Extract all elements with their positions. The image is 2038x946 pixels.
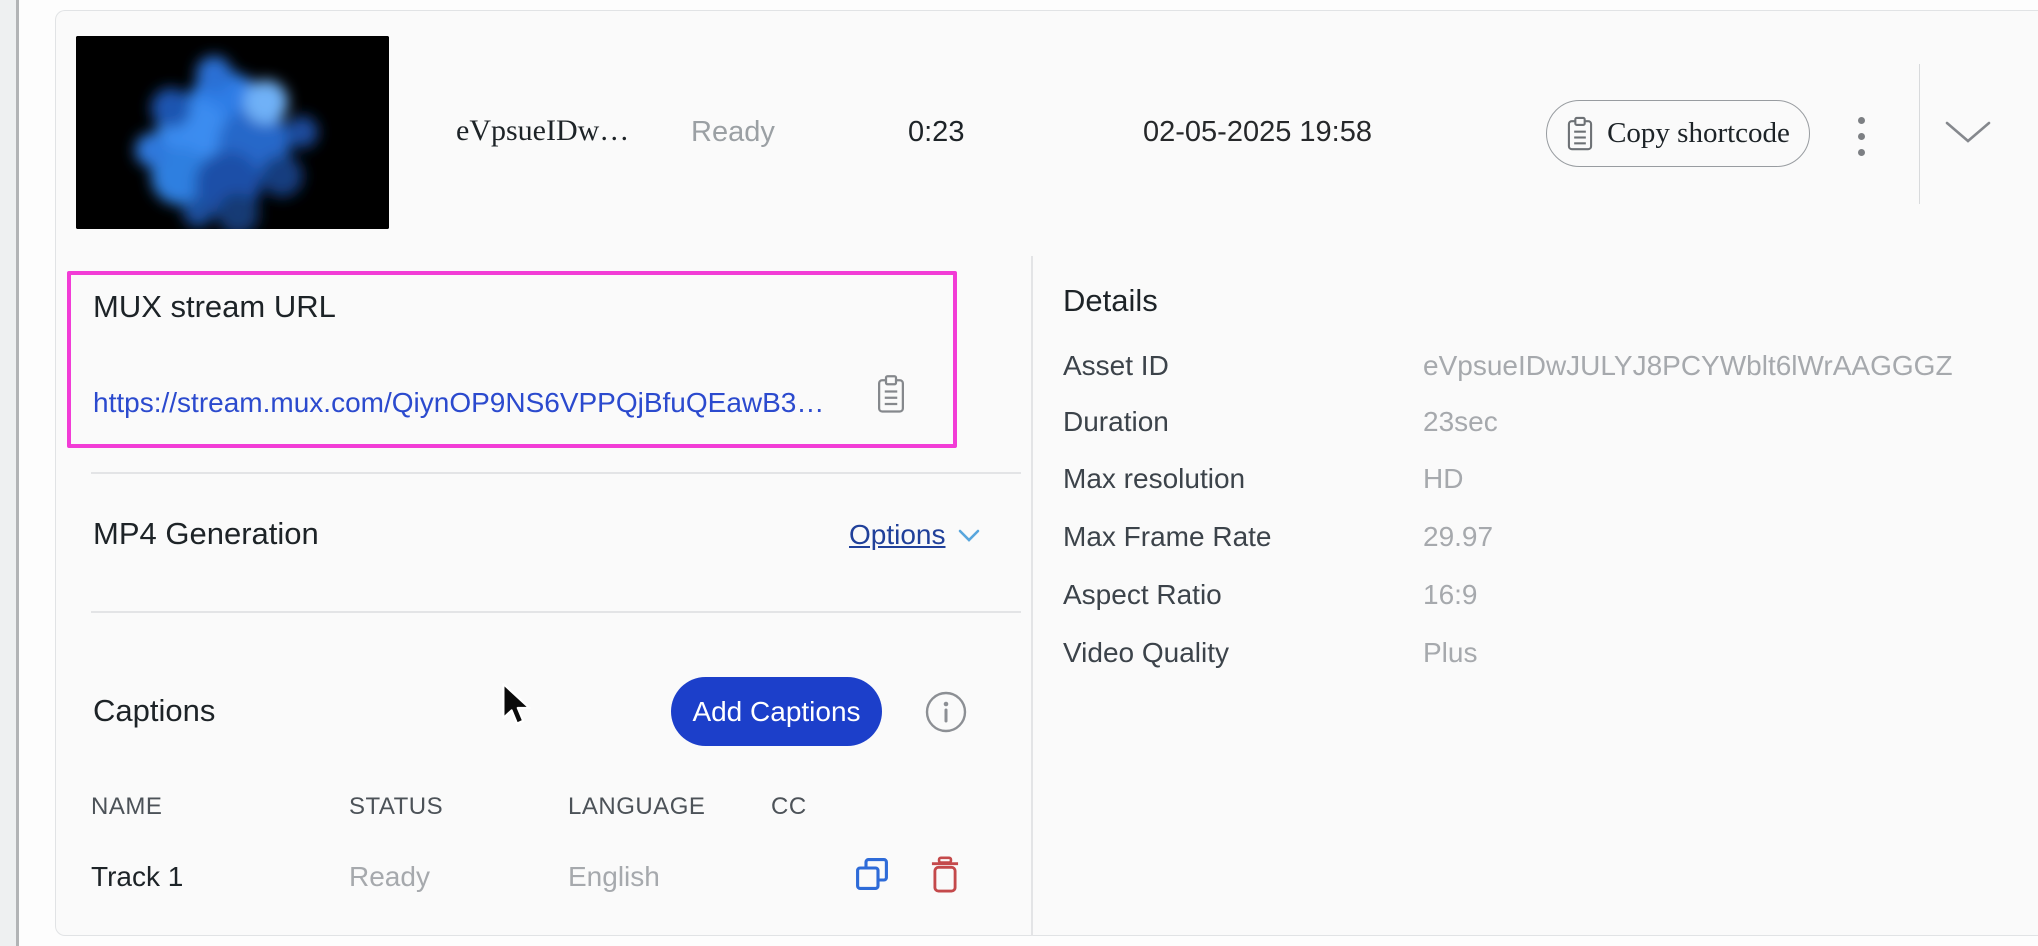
copy-shortcode-label: Copy shortcode (1607, 117, 1790, 150)
left-gutter (0, 0, 16, 946)
detail-value-video-quality: Plus (1423, 637, 1477, 669)
duplicate-caption-button[interactable] (854, 856, 890, 897)
caption-track-language: English (568, 861, 660, 893)
asset-duration: 0:23 (908, 116, 964, 149)
trash-icon (928, 856, 962, 894)
mp4-options-toggle[interactable]: Options (849, 519, 980, 551)
detail-label: Max Frame Rate (1063, 521, 1272, 553)
asset-status: Ready (691, 116, 775, 149)
stream-url-link[interactable]: https://stream.mux.com/QiynOP9NS6VPPQjBf… (93, 387, 824, 419)
column-header-cc: CC (771, 793, 807, 821)
clipboard-icon (876, 373, 906, 415)
detail-label: Duration (1063, 406, 1169, 438)
asset-card: eVpsueIDw… Ready 0:23 02-05-2025 19:58 C… (55, 10, 2038, 936)
add-captions-button[interactable]: Add Captions (671, 677, 882, 746)
asset-date: 02-05-2025 19:58 (1143, 116, 1372, 149)
kebab-dot (1858, 133, 1865, 140)
video-thumbnail[interactable] (76, 36, 389, 229)
captions-heading: Captions (93, 693, 215, 729)
panel-divider (1031, 256, 1033, 936)
detail-label: Video Quality (1063, 637, 1229, 669)
kebab-dot (1858, 117, 1865, 124)
options-link[interactable]: Options (849, 519, 946, 551)
column-header-name: NAME (91, 793, 162, 821)
captions-info-button[interactable] (925, 691, 967, 738)
kebab-menu-button[interactable] (1854, 113, 1869, 160)
section-divider (91, 472, 1021, 474)
mux-stream-url-highlight-box: MUX stream URL https://stream.mux.com/Qi… (67, 271, 957, 448)
ink-plume-image (76, 36, 389, 229)
detail-label: Asset ID (1063, 350, 1169, 382)
pointer-arrow-icon (501, 682, 537, 728)
mux-stream-url-heading: MUX stream URL (93, 289, 336, 325)
delete-caption-button[interactable] (928, 856, 962, 899)
column-header-language: LANGUAGE (568, 793, 705, 821)
detail-value-aspect-ratio: 16:9 (1423, 579, 1478, 611)
detail-value-duration: 23sec (1423, 406, 1498, 438)
chevron-down-icon (958, 529, 980, 542)
detail-value-max-frame-rate: 29.97 (1423, 521, 1493, 553)
duplicate-icon (854, 856, 890, 892)
copy-shortcode-button[interactable]: Copy shortcode (1546, 100, 1810, 167)
detail-label: Max resolution (1063, 463, 1245, 495)
page: eVpsueIDw… Ready 0:23 02-05-2025 19:58 C… (0, 0, 2038, 946)
clipboard-icon (1566, 116, 1594, 152)
caption-track-status: Ready (349, 861, 430, 893)
chevron-down-icon (1945, 120, 1991, 144)
detail-value-max-resolution: HD (1423, 463, 1463, 495)
left-gutter-divider (16, 0, 19, 946)
detail-label: Aspect Ratio (1063, 579, 1222, 611)
detail-value-asset-id: eVpsueIDwJULYJ8PCYWblt6lWrAAGGGZ (1423, 350, 1953, 382)
header-vertical-divider (1919, 64, 1920, 204)
column-header-status: STATUS (349, 793, 443, 821)
kebab-dot (1858, 149, 1865, 156)
copy-url-button[interactable] (876, 373, 906, 420)
asset-title: eVpsueIDw… (456, 114, 629, 148)
info-icon (925, 691, 967, 733)
caption-track-name: Track 1 (91, 861, 183, 893)
details-heading: Details (1063, 283, 1158, 319)
section-divider (91, 611, 1021, 613)
mouse-cursor (501, 682, 537, 733)
collapse-row-button[interactable] (1945, 120, 1991, 149)
mp4-generation-heading: MP4 Generation (93, 516, 319, 552)
